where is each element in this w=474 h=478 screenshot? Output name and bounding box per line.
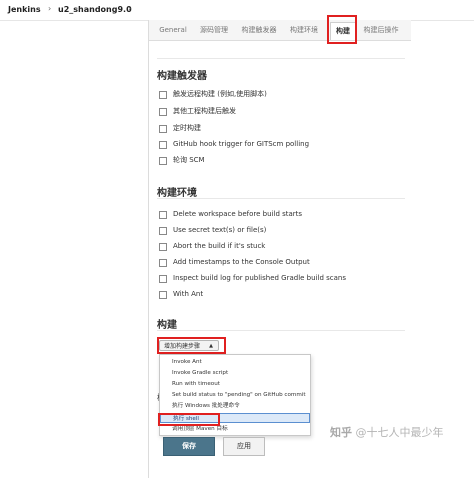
checkbox[interactable] [159, 211, 167, 219]
dropdown-item-execute-shell[interactable]: 执行 shell [160, 413, 310, 423]
checkbox[interactable] [159, 243, 167, 251]
trigger-option-label: 定时构建 [173, 124, 201, 132]
dropdown-item-windows-batch[interactable]: 执行 Windows 批处理命令 [160, 401, 310, 411]
build-step-dropdown: Invoke Ant Invoke Gradle script Run with… [159, 354, 311, 436]
environment-option-label: With Ant [173, 290, 204, 298]
checkbox[interactable] [159, 259, 167, 267]
tab-build-environment[interactable]: 构建环境 [285, 22, 323, 39]
checkbox[interactable] [159, 108, 167, 116]
checkbox[interactable] [159, 227, 167, 235]
tab-build-triggers[interactable]: 构建触发器 [237, 22, 281, 39]
divider [157, 198, 405, 199]
divider [157, 58, 405, 59]
environment-option-label: Abort the build if it's stuck [173, 242, 266, 250]
caret-up-icon: ▲ [209, 343, 213, 349]
dropdown-item-invoke-ant[interactable]: Invoke Ant [160, 357, 310, 367]
checkbox[interactable] [159, 157, 167, 165]
job-config-panel: General 源码管理 构建触发器 构建环境 构建 构建后操作 构建触发器 触… [148, 15, 411, 478]
build-section-title: 构建 [157, 320, 177, 331]
zhihu-logo: 知乎 [330, 426, 352, 439]
divider [157, 330, 405, 331]
breadcrumb: Jenkins › u2_shandong9.0 › [0, 0, 474, 21]
checkbox[interactable] [159, 275, 167, 283]
config-tabbar: General 源码管理 构建触发器 构建环境 构建 构建后操作 [149, 20, 411, 41]
trigger-option-label: 其他工程构建后触发 [173, 107, 236, 115]
triggers-section-title: 构建触发器 [157, 71, 207, 82]
dropdown-item-set-build-status[interactable]: Set build status to "pending" on GitHub … [160, 390, 310, 400]
tab-build[interactable]: 构建 [330, 22, 356, 40]
checkbox[interactable] [159, 91, 167, 99]
environment-option-label: Add timestamps to the Console Output [173, 258, 310, 266]
trigger-option-label: 轮询 SCM [173, 156, 205, 164]
tab-source-code[interactable]: 源码管理 [195, 22, 233, 39]
environment-option-label: Inspect build log for published Gradle b… [173, 274, 346, 282]
watermark-author: @十七人中最少年 [355, 426, 444, 439]
trigger-option-label: GitHub hook trigger for GITScm polling [173, 140, 310, 148]
breadcrumb-job-link[interactable]: u2_shandong9.0 [58, 5, 132, 14]
dropdown-item-run-with-timeout[interactable]: Run with timeout [160, 379, 310, 389]
save-button[interactable]: 保存 [163, 437, 215, 456]
dropdown-item-maven-target[interactable]: 调用顶层 Maven 目标 [160, 424, 310, 434]
environment-section-title: 构建环境 [157, 188, 197, 199]
checkbox[interactable] [159, 141, 167, 149]
checkbox[interactable] [159, 125, 167, 133]
environment-option-label: Delete workspace before build starts [173, 210, 303, 218]
chevron-right-icon[interactable]: › [128, 4, 131, 13]
add-build-step-label: 增加构建步骤 [164, 343, 201, 350]
tab-post-build[interactable]: 构建后操作 [359, 22, 403, 39]
dropdown-item-invoke-gradle[interactable]: Invoke Gradle script [160, 368, 310, 378]
chevron-right-icon[interactable]: › [48, 4, 51, 13]
watermark: 知乎 @十七人中最少年 [330, 424, 444, 440]
add-build-step-button[interactable]: 增加构建步骤 ▲ [159, 340, 219, 351]
checkbox[interactable] [159, 291, 167, 299]
trigger-option-label: 触发远程构建 (例如,使用脚本) [173, 90, 267, 98]
breadcrumb-jenkins-link[interactable]: Jenkins [8, 5, 41, 14]
environment-option-label: Use secret text(s) or file(s) [173, 226, 267, 234]
apply-button[interactable]: 应用 [223, 437, 265, 456]
tab-general[interactable]: General [157, 22, 189, 39]
